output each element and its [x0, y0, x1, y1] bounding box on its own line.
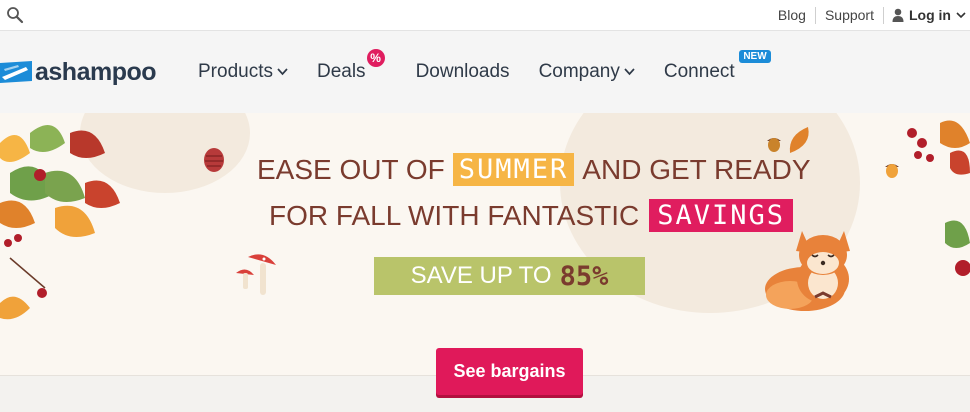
- see-bargains-button[interactable]: See bargains: [436, 348, 583, 395]
- logo-mark-icon: [0, 61, 32, 83]
- autumn-leaves-illustration-right: [907, 120, 970, 276]
- login-label: Log in: [909, 7, 951, 23]
- main-navigation: ashampoo Products Deals % Downloads Comp…: [0, 31, 970, 113]
- hero-headline-line-2: FOR FALL WITH FANTASTIC SAVINGS: [269, 199, 794, 232]
- acorn-icon: [885, 164, 899, 178]
- nav-item-downloads[interactable]: Downloads: [416, 61, 510, 83]
- headline-text: FOR FALL WITH FANTASTIC: [269, 199, 640, 231]
- ashampoo-logo[interactable]: ashampoo: [0, 52, 157, 92]
- nav-item-company[interactable]: Company: [539, 61, 635, 83]
- nav-item-label: Products: [198, 61, 273, 82]
- percent-badge: %: [366, 49, 385, 67]
- nav-item-label: Connect: [663, 61, 735, 82]
- headline-text: AND GET READY: [582, 153, 811, 185]
- mushroom-icon: [236, 254, 276, 295]
- login-button[interactable]: Log in: [884, 7, 970, 23]
- support-link[interactable]: Support: [816, 7, 883, 23]
- nav-item-deals[interactable]: Deals %: [316, 49, 385, 83]
- logo-text: ashampoo: [35, 57, 157, 86]
- utility-links: Blog Support Log in: [769, 0, 970, 30]
- chevron-down-icon: [277, 68, 288, 76]
- top-utility-bar: Blog Support Log in: [0, 0, 970, 31]
- chevron-down-icon: [956, 11, 966, 18]
- savings-text: SAVE UP TO: [410, 262, 552, 289]
- autumn-leaves-illustration-left: [0, 125, 120, 320]
- nav-item-label: Downloads: [415, 61, 510, 82]
- hero-headline-line-1: EASE OUT OF SUMMER AND GET READY: [257, 153, 811, 186]
- nav-item-products[interactable]: Products: [198, 61, 288, 83]
- leaf-icon: [789, 127, 809, 153]
- savings-percent: 85%: [559, 260, 609, 292]
- headline-highlight-savings: SAVINGS: [649, 199, 794, 232]
- pinecone-icon: [204, 148, 224, 172]
- savings-banner: SAVE UP TO 85%: [374, 257, 645, 295]
- nav-menu: Products Deals % Downloads Company Conne…: [198, 31, 771, 113]
- nav-item-connect[interactable]: Connect NEW: [663, 50, 771, 83]
- headline-text: EASE OUT OF: [257, 153, 445, 185]
- acorn-icon: [767, 138, 781, 152]
- new-badge: NEW: [739, 50, 771, 63]
- nav-item-label: Deals: [316, 61, 366, 82]
- blog-link[interactable]: Blog: [769, 7, 815, 23]
- headline-highlight-summer: SUMMER: [452, 153, 575, 186]
- nav-item-label: Company: [538, 61, 620, 82]
- hero-banner: EASE OUT OF SUMMER AND GET READY FOR FAL…: [0, 113, 970, 375]
- user-icon: [892, 8, 904, 22]
- chevron-down-icon: [624, 68, 635, 76]
- search-icon[interactable]: [6, 6, 24, 24]
